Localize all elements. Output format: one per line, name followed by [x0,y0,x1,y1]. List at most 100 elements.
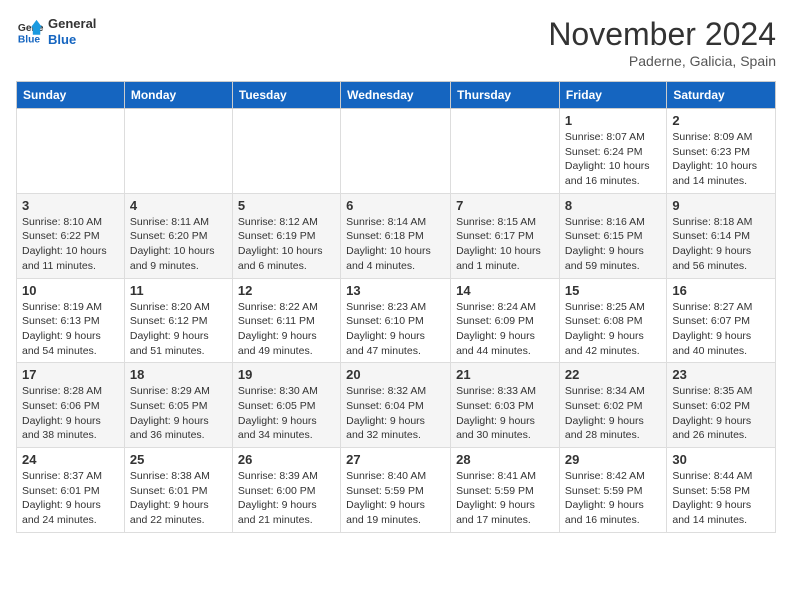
calendar-week-row: 24 Sunrise: 8:37 AM Sunset: 6:01 PM Dayli… [17,448,776,533]
day-of-week-header: Monday [124,82,232,109]
day-info: Sunrise: 8:09 AM Sunset: 6:23 PM Dayligh… [672,130,770,189]
logo-icon: General Blue [16,18,44,46]
logo-line1: General [48,16,96,32]
calendar-cell: 18 Sunrise: 8:29 AM Sunset: 6:05 PM Dayli… [124,363,232,448]
calendar-cell: 22 Sunrise: 8:34 AM Sunset: 6:02 PM Dayli… [559,363,666,448]
calendar-body: 1Sunrise: 8:07 AM Sunset: 6:24 PM Daylig… [17,109,776,533]
calendar-cell: 5 Sunrise: 8:12 AM Sunset: 6:19 PM Daylig… [232,193,340,278]
calendar-cell: 27 Sunrise: 8:40 AM Sunset: 5:59 PM Dayli… [341,448,451,533]
day-number: 13 [346,283,445,298]
day-info: Sunrise: 8:11 AM Sunset: 6:20 PM Dayligh… [130,215,227,274]
day-number: 16 [672,283,770,298]
day-info: Sunrise: 8:25 AM Sunset: 6:08 PM Dayligh… [565,300,661,359]
calendar-cell: 8 Sunrise: 8:16 AM Sunset: 6:15 PM Daylig… [559,193,666,278]
day-info: Sunrise: 8:15 AM Sunset: 6:17 PM Dayligh… [456,215,554,274]
day-number: 29 [565,452,661,467]
day-number: 27 [346,452,445,467]
day-number: 24 [22,452,119,467]
day-number: 15 [565,283,661,298]
day-info: Sunrise: 8:32 AM Sunset: 6:04 PM Dayligh… [346,384,445,443]
day-number: 12 [238,283,335,298]
calendar-cell: 15 Sunrise: 8:25 AM Sunset: 6:08 PM Dayli… [559,278,666,363]
day-number: 3 [22,198,119,213]
day-info: Sunrise: 8:10 AM Sunset: 6:22 PM Dayligh… [22,215,119,274]
day-number: 11 [130,283,227,298]
calendar-cell: 3 Sunrise: 8:10 AM Sunset: 6:22 PM Daylig… [17,193,125,278]
calendar-cell: 17 Sunrise: 8:28 AM Sunset: 6:06 PM Dayli… [17,363,125,448]
day-number: 1 [565,113,661,128]
calendar-week-row: 3 Sunrise: 8:10 AM Sunset: 6:22 PM Daylig… [17,193,776,278]
calendar-cell: 11Sunrise: 8:20 AM Sunset: 6:12 PM Dayli… [124,278,232,363]
day-number: 25 [130,452,227,467]
day-of-week-header: Sunday [17,82,125,109]
day-number: 22 [565,367,661,382]
day-info: Sunrise: 8:30 AM Sunset: 6:05 PM Dayligh… [238,384,335,443]
svg-text:Blue: Blue [18,34,41,45]
day-info: Sunrise: 8:12 AM Sunset: 6:19 PM Dayligh… [238,215,335,274]
calendar-cell: 9Sunrise: 8:18 AM Sunset: 6:14 PM Daylig… [667,193,776,278]
day-number: 23 [672,367,770,382]
day-number: 4 [130,198,227,213]
day-number: 9 [672,198,770,213]
day-info: Sunrise: 8:23 AM Sunset: 6:10 PM Dayligh… [346,300,445,359]
day-info: Sunrise: 8:33 AM Sunset: 6:03 PM Dayligh… [456,384,554,443]
title-area: November 2024 Paderne, Galicia, Spain [548,16,776,69]
calendar-cell: 24 Sunrise: 8:37 AM Sunset: 6:01 PM Dayli… [17,448,125,533]
day-of-week-header: Friday [559,82,666,109]
calendar-cell: 20 Sunrise: 8:32 AM Sunset: 6:04 PM Dayli… [341,363,451,448]
calendar-week-row: 10 Sunrise: 8:19 AM Sunset: 6:13 PM Dayli… [17,278,776,363]
calendar-cell: 4 Sunrise: 8:11 AM Sunset: 6:20 PM Daylig… [124,193,232,278]
calendar-cell: 13 Sunrise: 8:23 AM Sunset: 6:10 PM Dayli… [341,278,451,363]
header: General Blue General Blue November 2024 … [16,16,776,69]
day-number: 17 [22,367,119,382]
calendar-cell: 1Sunrise: 8:07 AM Sunset: 6:24 PM Daylig… [559,109,666,194]
day-info: Sunrise: 8:39 AM Sunset: 6:00 PM Dayligh… [238,469,335,528]
calendar-cell [17,109,125,194]
day-number: 10 [22,283,119,298]
calendar-cell: 26 Sunrise: 8:39 AM Sunset: 6:00 PM Dayli… [232,448,340,533]
day-number: 6 [346,198,445,213]
calendar-cell: 14 Sunrise: 8:24 AM Sunset: 6:09 PM Dayli… [451,278,560,363]
calendar-cell: 30Sunrise: 8:44 AM Sunset: 5:58 PM Dayli… [667,448,776,533]
day-number: 8 [565,198,661,213]
day-info: Sunrise: 8:24 AM Sunset: 6:09 PM Dayligh… [456,300,554,359]
day-info: Sunrise: 8:29 AM Sunset: 6:05 PM Dayligh… [130,384,227,443]
day-number: 5 [238,198,335,213]
day-info: Sunrise: 8:41 AM Sunset: 5:59 PM Dayligh… [456,469,554,528]
calendar-cell: 23Sunrise: 8:35 AM Sunset: 6:02 PM Dayli… [667,363,776,448]
calendar-cell: 28 Sunrise: 8:41 AM Sunset: 5:59 PM Dayli… [451,448,560,533]
calendar-table: SundayMondayTuesdayWednesdayThursdayFrid… [16,81,776,533]
day-number: 20 [346,367,445,382]
calendar-cell: 21Sunrise: 8:33 AM Sunset: 6:03 PM Dayli… [451,363,560,448]
day-info: Sunrise: 8:16 AM Sunset: 6:15 PM Dayligh… [565,215,661,274]
day-number: 14 [456,283,554,298]
day-number: 18 [130,367,227,382]
day-of-week-header: Thursday [451,82,560,109]
day-info: Sunrise: 8:28 AM Sunset: 6:06 PM Dayligh… [22,384,119,443]
day-of-week-header: Wednesday [341,82,451,109]
calendar-cell [451,109,560,194]
day-info: Sunrise: 8:38 AM Sunset: 6:01 PM Dayligh… [130,469,227,528]
calendar-cell: 16 Sunrise: 8:27 AM Sunset: 6:07 PM Dayli… [667,278,776,363]
day-info: Sunrise: 8:14 AM Sunset: 6:18 PM Dayligh… [346,215,445,274]
calendar-cell: 7 Sunrise: 8:15 AM Sunset: 6:17 PM Daylig… [451,193,560,278]
calendar-cell: 29Sunrise: 8:42 AM Sunset: 5:59 PM Dayli… [559,448,666,533]
day-info: Sunrise: 8:37 AM Sunset: 6:01 PM Dayligh… [22,469,119,528]
calendar-week-row: 1Sunrise: 8:07 AM Sunset: 6:24 PM Daylig… [17,109,776,194]
day-of-week-header: Tuesday [232,82,340,109]
day-info: Sunrise: 8:19 AM Sunset: 6:13 PM Dayligh… [22,300,119,359]
calendar-cell [232,109,340,194]
day-info: Sunrise: 8:27 AM Sunset: 6:07 PM Dayligh… [672,300,770,359]
day-number: 26 [238,452,335,467]
calendar-header-row: SundayMondayTuesdayWednesdayThursdayFrid… [17,82,776,109]
day-number: 30 [672,452,770,467]
day-number: 28 [456,452,554,467]
day-info: Sunrise: 8:22 AM Sunset: 6:11 PM Dayligh… [238,300,335,359]
day-number: 7 [456,198,554,213]
day-number: 2 [672,113,770,128]
day-info: Sunrise: 8:34 AM Sunset: 6:02 PM Dayligh… [565,384,661,443]
calendar-cell: 2 Sunrise: 8:09 AM Sunset: 6:23 PM Daylig… [667,109,776,194]
calendar-cell: 19Sunrise: 8:30 AM Sunset: 6:05 PM Dayli… [232,363,340,448]
logo-line2: Blue [48,32,96,48]
day-info: Sunrise: 8:40 AM Sunset: 5:59 PM Dayligh… [346,469,445,528]
